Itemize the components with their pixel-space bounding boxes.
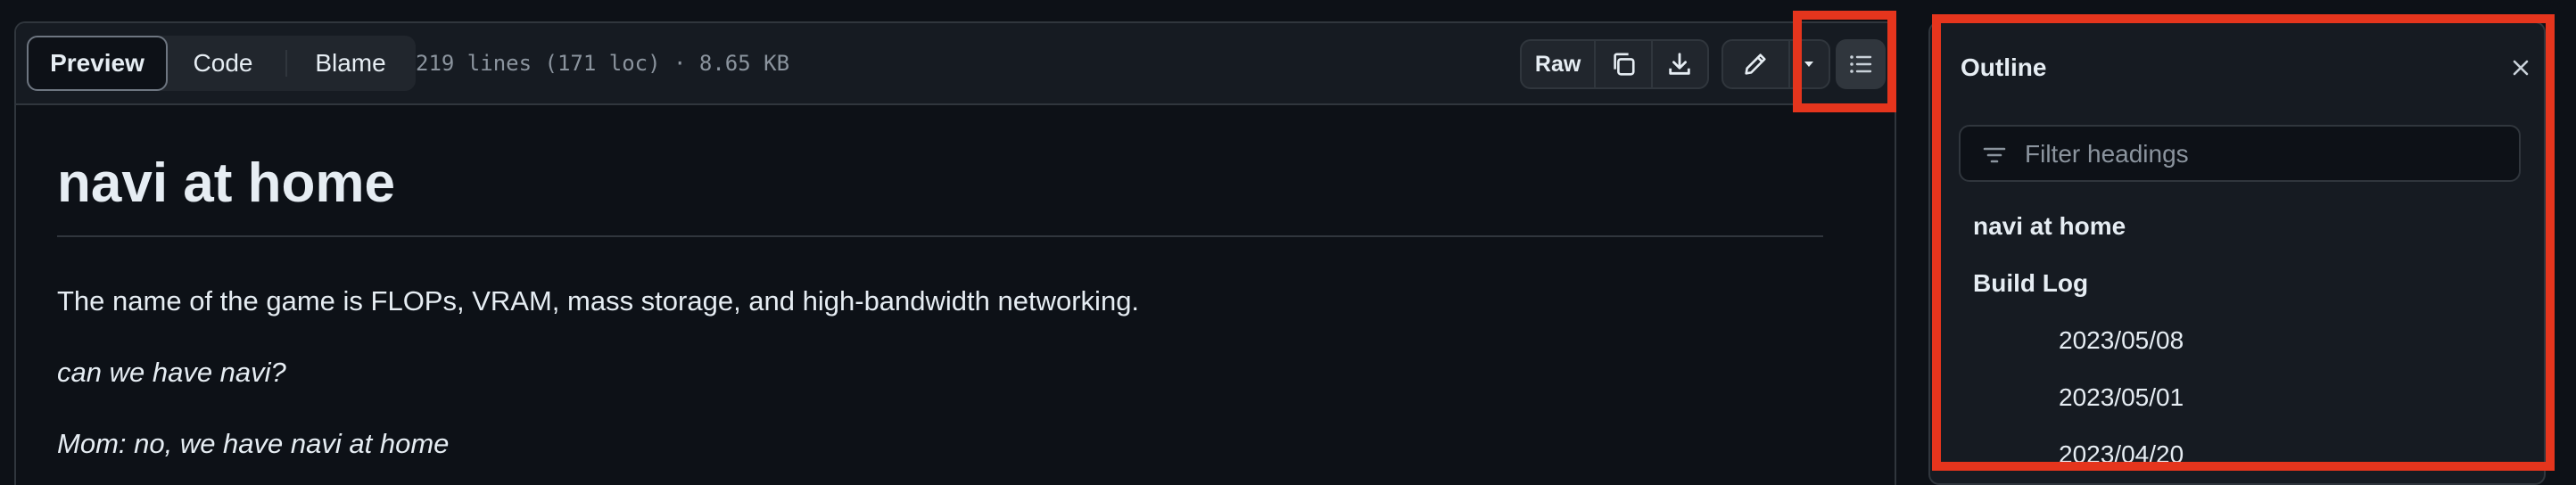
copy-icon [1614,53,1635,76]
file-viewer: Preview Code Blame 219 lines (171 loc) ·… [14,21,1896,485]
tab-code[interactable]: Code [177,36,269,91]
pencil-icon [1745,53,1766,75]
markdown-body: navi at home The name of the game is FLO… [57,152,1823,459]
paragraph: The name of the game is FLOPs, VRAM, mas… [57,285,1140,316]
file-meta: 219 lines (171 loc) · 8.65 KB [416,51,790,76]
view-mode-segmented-control: Preview Code Blame [27,36,416,91]
document-title: navi at home [57,152,1823,237]
segment-divider [285,50,287,77]
tab-preview[interactable]: Preview [27,36,168,91]
highlight-outline-panel [1932,14,2555,471]
edit-button[interactable] [1723,41,1788,87]
raw-copy-download-group: Raw [1520,39,1709,89]
raw-button[interactable]: Raw [1522,41,1594,87]
tab-blame[interactable]: Blame [294,36,407,91]
copy-raw-button[interactable] [1594,41,1650,87]
file-header: Preview Code Blame 219 lines (171 loc) ·… [16,23,1895,105]
paragraph: can we have navi? [57,357,286,388]
highlight-outline-button [1793,11,1896,112]
paragraph: Mom: no, we have navi at home [57,428,450,459]
download-icon [1669,53,1690,75]
download-button[interactable] [1650,41,1707,87]
